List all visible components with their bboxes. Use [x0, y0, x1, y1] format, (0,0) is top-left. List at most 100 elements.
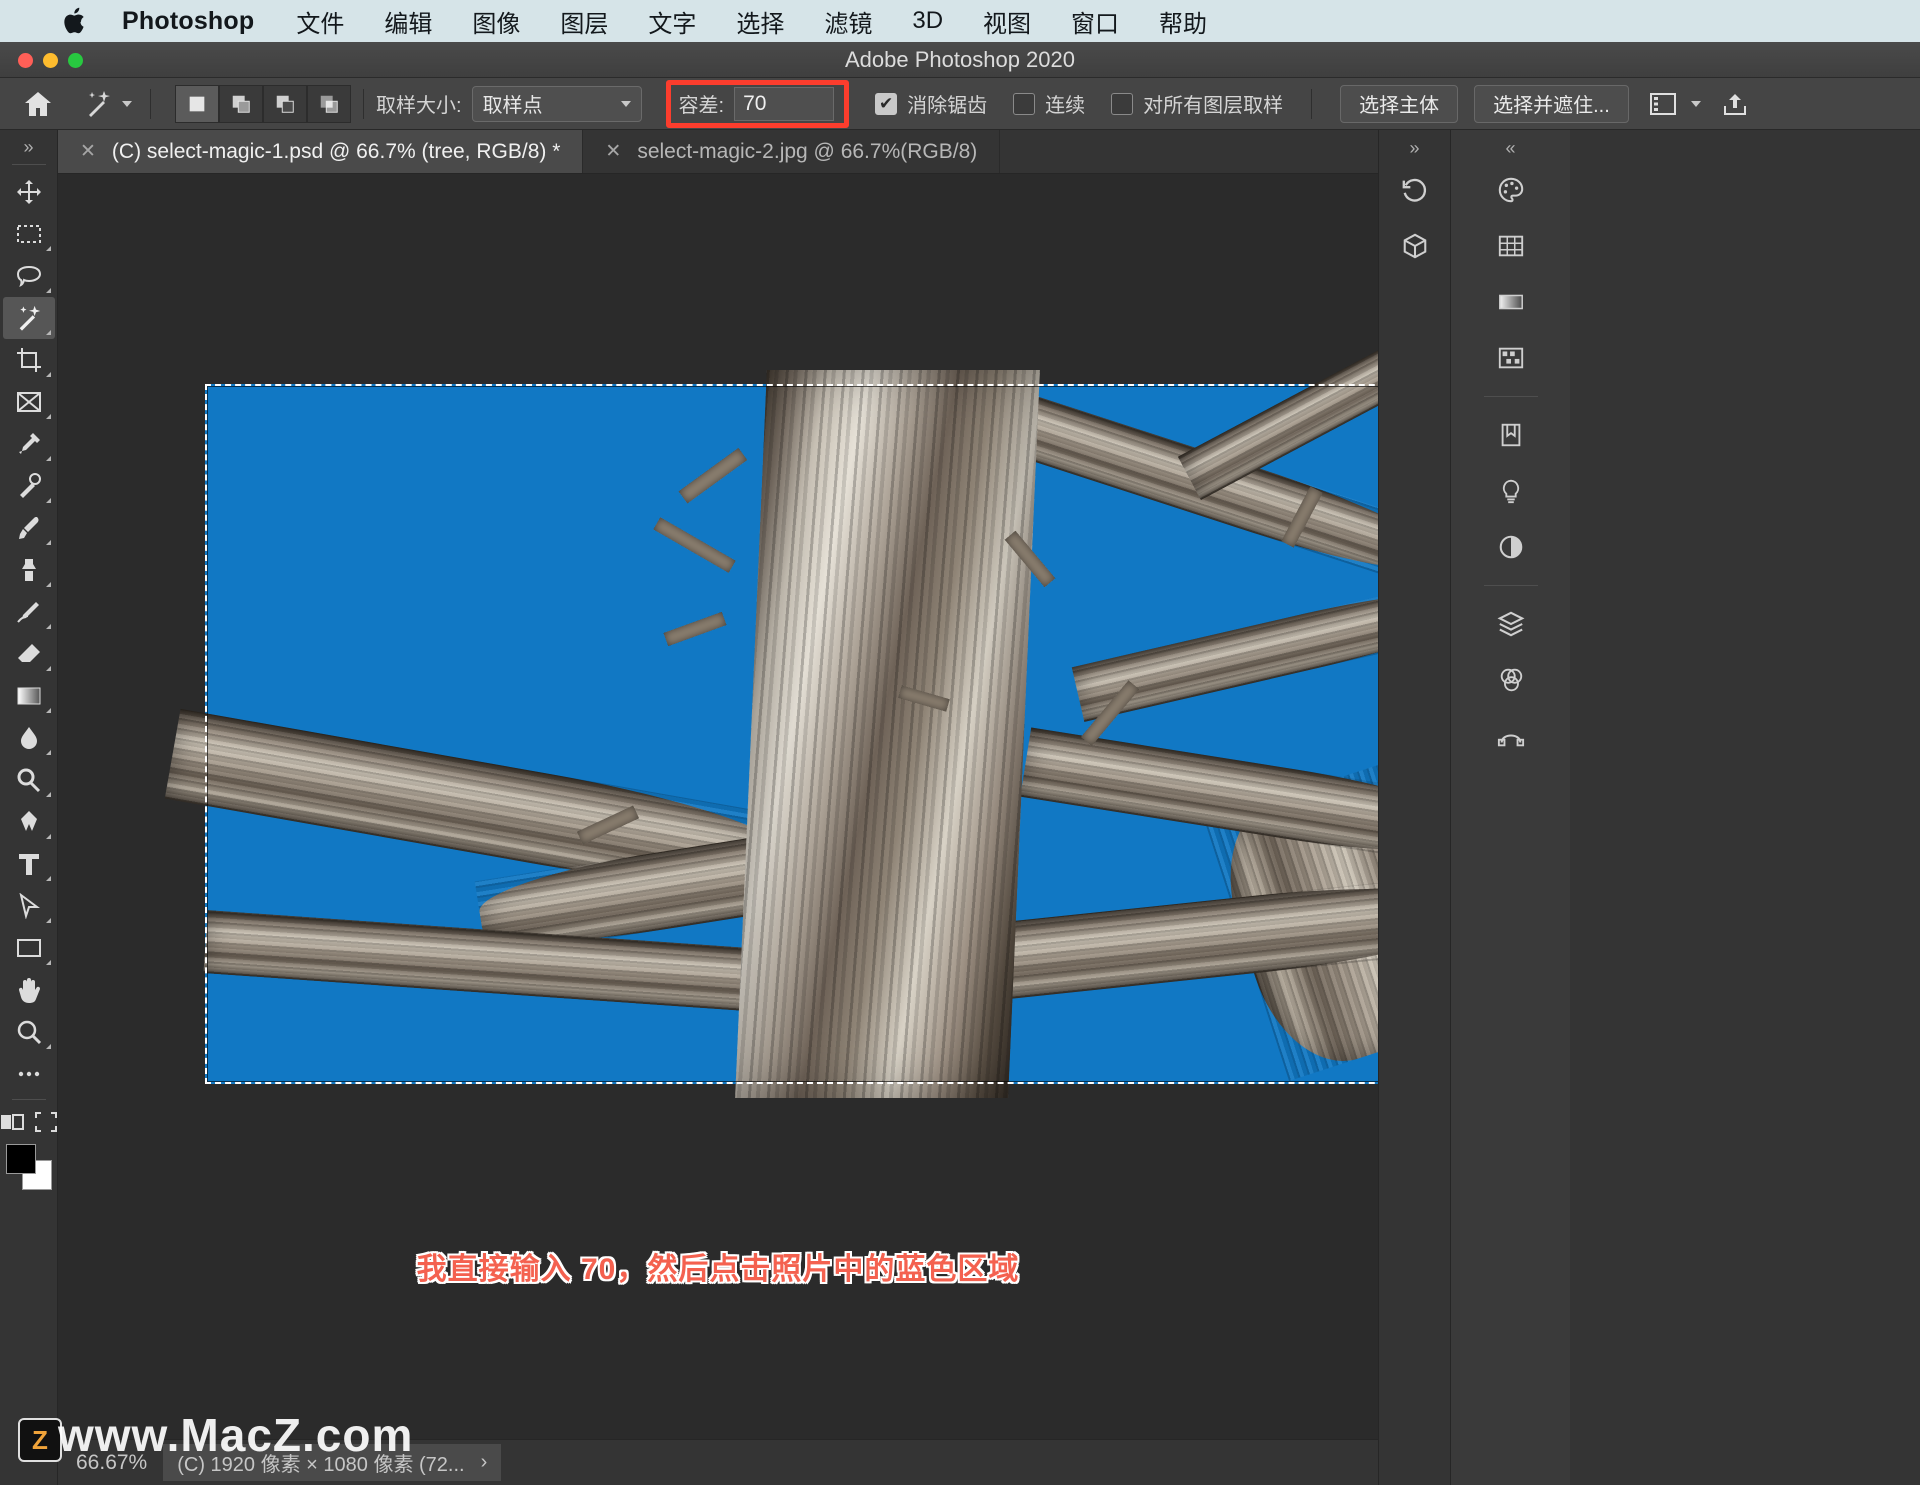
- sample-size-value: 取样点: [482, 95, 543, 117]
- spot-healing-brush-tool-button[interactable]: [3, 465, 55, 507]
- rectangular-marquee-tool-button[interactable]: [3, 213, 55, 255]
- menu-file[interactable]: 文件: [296, 4, 344, 39]
- gradients-panel-icon[interactable]: [1482, 274, 1540, 330]
- mode-buttons: [0, 1110, 58, 1134]
- document-info-field[interactable]: (C) 1920 像素 × 1080 像素 (72... ›: [163, 1444, 502, 1481]
- lasso-tool-button[interactable]: [3, 255, 55, 297]
- double-chevron-right-icon[interactable]: «: [1505, 134, 1515, 162]
- swatches-panel-icon[interactable]: [1482, 218, 1540, 274]
- contiguous-label: 连续: [1045, 95, 1086, 117]
- sample-all-layers-checkbox-row[interactable]: 对所有图层取样: [1111, 89, 1283, 118]
- edit-toolbar-button[interactable]: [3, 1053, 55, 1095]
- gradient-tool-button[interactable]: [3, 675, 55, 717]
- maczsite-badge: Z: [18, 1418, 62, 1462]
- sample-size-select[interactable]: 取样点: [471, 85, 642, 122]
- add-to-selection-button[interactable]: [219, 84, 263, 123]
- zoom-level-field[interactable]: 66.67%: [76, 1451, 147, 1475]
- menu-window[interactable]: 窗口: [1071, 4, 1119, 39]
- channels-panel-icon[interactable]: [1482, 652, 1540, 708]
- chevron-down-icon[interactable]: [122, 100, 132, 107]
- color-panel-icon[interactable]: [1482, 162, 1540, 218]
- history-brush-tool-button[interactable]: [3, 591, 55, 633]
- new-selection-button[interactable]: [175, 84, 219, 123]
- tree-trunk: [734, 370, 1040, 1098]
- tools-panel: »: [0, 130, 58, 1485]
- workspace-switcher-icon[interactable]: [1643, 86, 1683, 122]
- sample-all-layers-checkbox[interactable]: [1111, 92, 1134, 115]
- status-bar: 66.67% (C) 1920 像素 × 1080 像素 (72... ›: [58, 1439, 1378, 1485]
- menubar-app-name[interactable]: Photoshop: [122, 7, 254, 36]
- menu-edit[interactable]: 编辑: [384, 4, 432, 39]
- layers-panel-icon[interactable]: [1482, 596, 1540, 652]
- tolerance-highlight-box: 容差: 70: [665, 79, 850, 128]
- select-subject-button[interactable]: 选择主体: [1340, 84, 1459, 123]
- move-tool-button[interactable]: [3, 171, 55, 213]
- type-tool-button[interactable]: [3, 843, 55, 885]
- path-selection-tool-button[interactable]: [3, 885, 55, 927]
- menu-image[interactable]: 图像: [472, 4, 520, 39]
- document-dimensions: (C) 1920 像素 × 1080 像素 (72...: [177, 1454, 465, 1476]
- adjustments-panel-icon[interactable]: [1482, 407, 1540, 463]
- foreground-color-swatch[interactable]: [5, 1144, 36, 1174]
- home-icon[interactable]: [16, 82, 60, 126]
- tolerance-input[interactable]: 70: [734, 86, 835, 121]
- properties-panel-icon[interactable]: [1482, 519, 1540, 575]
- divider: [1311, 88, 1313, 119]
- antialias-checkbox[interactable]: [875, 92, 898, 115]
- apple-logo-icon[interactable]: [62, 6, 88, 36]
- rectangle-tool-button[interactable]: [3, 927, 55, 969]
- menu-select[interactable]: 选择: [736, 4, 784, 39]
- divider: [363, 88, 364, 119]
- tab-select-magic-2[interactable]: ✕ select-magic-2.jpg @ 66.7%(RGB/8): [583, 130, 1001, 173]
- tab-select-magic-1[interactable]: ✕ (C) select-magic-1.psd @ 66.7% (tree, …: [58, 130, 584, 173]
- history-panel-icon[interactable]: [1386, 162, 1444, 218]
- hand-tool-button[interactable]: [3, 969, 55, 1011]
- close-icon[interactable]: ✕: [80, 140, 96, 163]
- patterns-panel-icon[interactable]: [1482, 330, 1540, 386]
- eraser-tool-button[interactable]: [3, 633, 55, 675]
- blur-tool-button[interactable]: [3, 717, 55, 759]
- frame-tool-button[interactable]: [3, 381, 55, 423]
- active-tool-preset[interactable]: [74, 83, 138, 125]
- divider: [11, 164, 46, 165]
- menu-help[interactable]: 帮助: [1159, 4, 1207, 39]
- contiguous-checkbox-row[interactable]: 连续: [1013, 89, 1085, 118]
- paths-panel-icon[interactable]: [1482, 708, 1540, 764]
- share-upload-icon[interactable]: [1715, 86, 1755, 122]
- chevron-down-icon: [620, 100, 631, 107]
- eyedropper-tool-button[interactable]: [3, 423, 55, 465]
- divider: [1483, 396, 1538, 397]
- subtract-from-selection-button[interactable]: [263, 84, 307, 123]
- chevron-down-icon[interactable]: [1690, 100, 1701, 107]
- clone-stamp-tool-button[interactable]: [3, 549, 55, 591]
- menu-layer[interactable]: 图层: [560, 4, 608, 39]
- zoom-tool-button[interactable]: [3, 1011, 55, 1053]
- chevron-right-icon[interactable]: ›: [481, 1451, 488, 1474]
- panel-icon-rail: «: [1450, 130, 1570, 1485]
- quick-mask-icon[interactable]: [0, 1110, 24, 1134]
- pen-tool-button[interactable]: [3, 801, 55, 843]
- 3d-panel-icon[interactable]: [1386, 218, 1444, 274]
- macos-menu-bar: Photoshop 文件 编辑 图像 图层 文字 选择 滤镜 3D 视图 窗口 …: [0, 0, 1920, 42]
- dodge-tool-button[interactable]: [3, 759, 55, 801]
- menu-filter[interactable]: 滤镜: [824, 4, 872, 39]
- magic-wand-tool-button[interactable]: [2, 297, 55, 339]
- select-and-mask-button[interactable]: 选择并遮住...: [1474, 84, 1629, 123]
- divider: [150, 88, 151, 119]
- brush-tool-button[interactable]: [3, 507, 55, 549]
- close-icon[interactable]: ✕: [605, 140, 621, 163]
- menu-3d[interactable]: 3D: [912, 7, 943, 35]
- document-canvas[interactable]: 我直接输入 70，然后点击照片中的蓝色区域: [58, 174, 1378, 1439]
- double-chevron-right-icon[interactable]: »: [23, 134, 33, 160]
- intersect-selection-button[interactable]: [307, 84, 351, 123]
- menu-type[interactable]: 文字: [648, 4, 696, 39]
- secondary-panel-rail: »: [1378, 130, 1450, 1485]
- crop-tool-button[interactable]: [3, 339, 55, 381]
- screen-mode-icon[interactable]: [34, 1110, 58, 1134]
- antialias-checkbox-row[interactable]: 消除锯齿: [875, 89, 987, 118]
- styles-panel-icon[interactable]: [1482, 463, 1540, 519]
- contiguous-checkbox[interactable]: [1013, 92, 1036, 115]
- double-chevron-right-icon[interactable]: »: [1409, 134, 1419, 162]
- menu-view[interactable]: 视图: [983, 4, 1031, 39]
- photo-image[interactable]: [164, 317, 1378, 1098]
